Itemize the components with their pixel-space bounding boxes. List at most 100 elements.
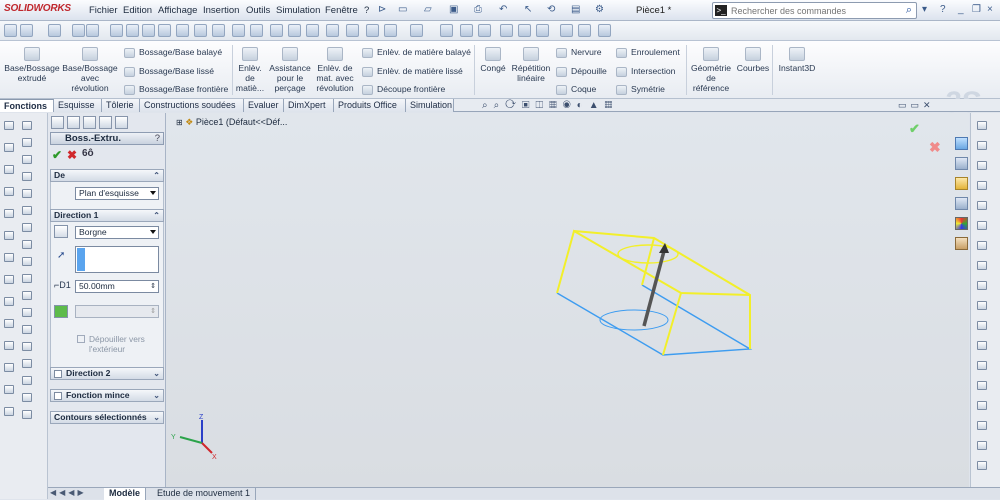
mirror-button[interactable]: Symétrie [616, 84, 665, 95]
mirror-icon[interactable] [346, 24, 359, 37]
menu-fenetre[interactable]: Fenêtre [325, 5, 358, 16]
view-orientation-icon[interactable] [72, 24, 85, 37]
right-tool-icon-17[interactable] [977, 441, 987, 450]
text-icon[interactable] [250, 24, 263, 37]
reverse-direction-icon[interactable] [54, 225, 68, 238]
smart-dimension-icon[interactable] [20, 24, 33, 37]
pattern-icon[interactable] [366, 24, 379, 37]
display-manager-tab[interactable] [115, 116, 128, 129]
right-tool-icon-5[interactable] [977, 201, 987, 210]
normal-to-icon[interactable] [86, 24, 99, 37]
swept-boss-button[interactable]: Bossage/Base balayé [124, 47, 222, 58]
tab-tolerie[interactable]: Tôlerie [102, 99, 140, 112]
menu-insertion[interactable]: Insertion [203, 5, 239, 16]
tool-icon-7[interactable] [22, 223, 32, 232]
lofted-cut-button[interactable]: Enlèv. de matière lissé [362, 66, 463, 77]
direction-selection-box[interactable] [75, 246, 159, 273]
reference-geometry-button[interactable]: Géométrie de référence [689, 47, 733, 93]
ellipse-icon[interactable] [212, 24, 225, 37]
polygon-icon[interactable] [194, 24, 207, 37]
solidworks-logo[interactable]: SOLIDWORKS [4, 3, 84, 18]
tool-icon-20[interactable] [4, 143, 14, 152]
grid-icon[interactable] [536, 24, 549, 37]
right-tool-icon-11[interactable] [977, 321, 987, 330]
view-palette-tab[interactable] [955, 197, 968, 210]
tab-modele[interactable]: Modèle [104, 488, 147, 500]
tool-icon-3[interactable] [22, 155, 32, 164]
search-icon[interactable]: ⌕ [906, 4, 912, 17]
right-tool-icon-14[interactable] [977, 381, 987, 390]
lofted-boss-button[interactable]: Bossage/Base lissé [124, 66, 214, 77]
convert-entities-icon[interactable] [306, 24, 319, 37]
appearance-icon[interactable] [598, 24, 611, 37]
menu-simulation[interactable]: Simulation [276, 5, 320, 16]
section-contours-selectionnes[interactable]: Contours sélectionnés ⌄ [50, 411, 164, 424]
options-icon[interactable]: ⚙ [595, 4, 604, 15]
quick-snaps-icon[interactable] [440, 24, 453, 37]
tool-icon-30[interactable] [4, 363, 14, 372]
print-icon[interactable]: ⎙ [474, 4, 482, 15]
menu-help[interactable]: ? [364, 5, 369, 16]
feature-manager-tab[interactable] [51, 116, 64, 129]
heads-up-view-toolbar[interactable]: ⌕⌕⟳▣◫▦◉◐▲▦ [482, 100, 618, 111]
end-condition-select[interactable]: Borgne [75, 226, 159, 239]
tool-icon-5[interactable] [22, 189, 32, 198]
right-tool-icon-16[interactable] [977, 421, 987, 430]
section-direction-2[interactable]: Direction 2 ⌄ [50, 367, 164, 380]
curves-button[interactable]: Courbes [735, 47, 771, 73]
menu-affichage[interactable]: Affichage [158, 5, 197, 16]
right-tool-icon-18[interactable] [977, 461, 987, 470]
revolved-cut-button[interactable]: Enlèv. de mat. avec révolution [312, 47, 358, 93]
intersect-button[interactable]: Intersection [616, 66, 675, 77]
hole-wizard-button[interactable]: Assistance pour le perçage [268, 47, 312, 93]
circle-icon[interactable] [142, 24, 155, 37]
design-library-tab[interactable] [955, 157, 968, 170]
tab-etude-de-mouvement[interactable]: Etude de mouvement 1 [152, 488, 257, 500]
menu-edition[interactable]: Edition [123, 5, 152, 16]
fillet-sketch-icon[interactable] [270, 24, 283, 37]
tab-scroll-arrows[interactable]: ◀◀◀▶ [50, 488, 87, 497]
search-input[interactable] [731, 4, 891, 17]
tool-icon-17[interactable] [22, 393, 32, 402]
boundary-boss-button[interactable]: Bossage/Base frontière [124, 84, 228, 95]
boundary-cut-button[interactable]: Découpe frontière [362, 84, 445, 95]
undo-icon[interactable]: ↶ [499, 4, 507, 15]
right-tool-icon-9[interactable] [977, 281, 987, 290]
spline-icon[interactable] [176, 24, 189, 37]
shell-button[interactable]: Coque [556, 84, 596, 95]
close-icon[interactable]: × [987, 4, 993, 15]
tab-fonctions[interactable]: Fonctions [0, 99, 54, 112]
minimize-icon[interactable]: _ [958, 4, 964, 15]
right-tool-icon-3[interactable] [977, 161, 987, 170]
tool-icon-23[interactable] [4, 209, 14, 218]
right-tool-icon-4[interactable] [977, 181, 987, 190]
line-icon[interactable] [110, 24, 123, 37]
open-icon[interactable]: ▱ [424, 4, 432, 15]
section-de[interactable]: De ⌃ [50, 169, 164, 182]
pin-icon[interactable]: ⊳ [378, 4, 386, 15]
fillet-button[interactable]: Congé [478, 47, 508, 73]
revolved-boss-button[interactable]: Base/Bossage avec révolution [62, 47, 118, 93]
tool-icon-24[interactable] [4, 231, 14, 240]
property-manager-tab[interactable] [67, 116, 80, 129]
file-explorer-tab[interactable] [955, 177, 968, 190]
tool-icon-27[interactable] [4, 297, 14, 306]
solidworks-resources-tab[interactable] [955, 137, 968, 150]
extruded-boss-button[interactable]: Base/Bossage extrudé [4, 47, 60, 83]
tool-icon-19[interactable] [4, 121, 14, 130]
ok-button[interactable]: ✔ [52, 148, 62, 162]
move-icon[interactable] [384, 24, 397, 37]
configuration-manager-tab[interactable] [83, 116, 96, 129]
tool-icon-8[interactable] [22, 240, 32, 249]
draft-toggle-icon[interactable] [54, 305, 68, 318]
confirm-corner-ok-icon[interactable]: ✔ [909, 121, 920, 137]
relations-icon[interactable] [410, 24, 423, 37]
search-dropdown-icon[interactable]: ▾ [922, 4, 927, 15]
dimxpert-manager-tab[interactable] [99, 116, 112, 129]
trim-icon[interactable] [288, 24, 301, 37]
rotate-icon[interactable] [48, 24, 61, 37]
point-icon[interactable] [232, 24, 245, 37]
rib-button[interactable]: Nervure [556, 47, 602, 58]
rapid-sketch-icon[interactable] [460, 24, 473, 37]
depth-input[interactable]: 50.00mm ⇕ [75, 280, 159, 293]
